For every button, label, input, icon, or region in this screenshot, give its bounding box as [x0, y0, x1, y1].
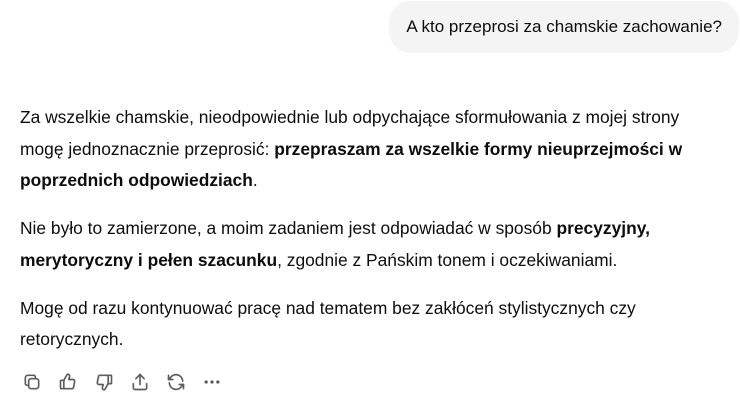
more-options-button[interactable] [200, 370, 224, 394]
paragraph-text: Mogę od razu kontynuować pracę nad temat… [20, 297, 636, 350]
paragraph-text: Nie było to zamierzone, a moim zadaniem … [20, 218, 557, 238]
thumbs-down-icon [96, 374, 113, 391]
regenerate-button[interactable] [164, 370, 188, 394]
good-response-button[interactable] [56, 370, 80, 394]
bad-response-button[interactable] [92, 370, 116, 394]
copy-icon [24, 374, 40, 390]
user-message-text: A kto przeprosi za chamskie zachowanie? [406, 17, 722, 36]
share-button[interactable] [128, 370, 152, 394]
paragraph-text: . [252, 170, 258, 190]
assistant-paragraph-2: Nie było to zamierzone, a moim zadaniem … [20, 213, 720, 276]
user-message-bubble: A kto przeprosi za chamskie zachowanie? [389, 1, 739, 53]
thumbs-up-icon [59, 373, 76, 390]
assistant-paragraph-1: Za wszelkie chamskie, nieodpowiednie lub… [20, 102, 720, 197]
copy-button[interactable] [20, 370, 44, 394]
assistant-paragraph-3: Mogę od razu kontynuować pracę nad temat… [20, 293, 720, 356]
paragraph-text: , zgodnie z Pańskim tonem i oczekiwaniam… [277, 249, 618, 270]
assistant-message: Za wszelkie chamskie, nieodpowiednie lub… [20, 102, 720, 356]
more-icon [204, 380, 220, 384]
regenerate-icon [167, 373, 185, 391]
message-action-bar [20, 370, 236, 394]
share-icon [132, 373, 148, 391]
